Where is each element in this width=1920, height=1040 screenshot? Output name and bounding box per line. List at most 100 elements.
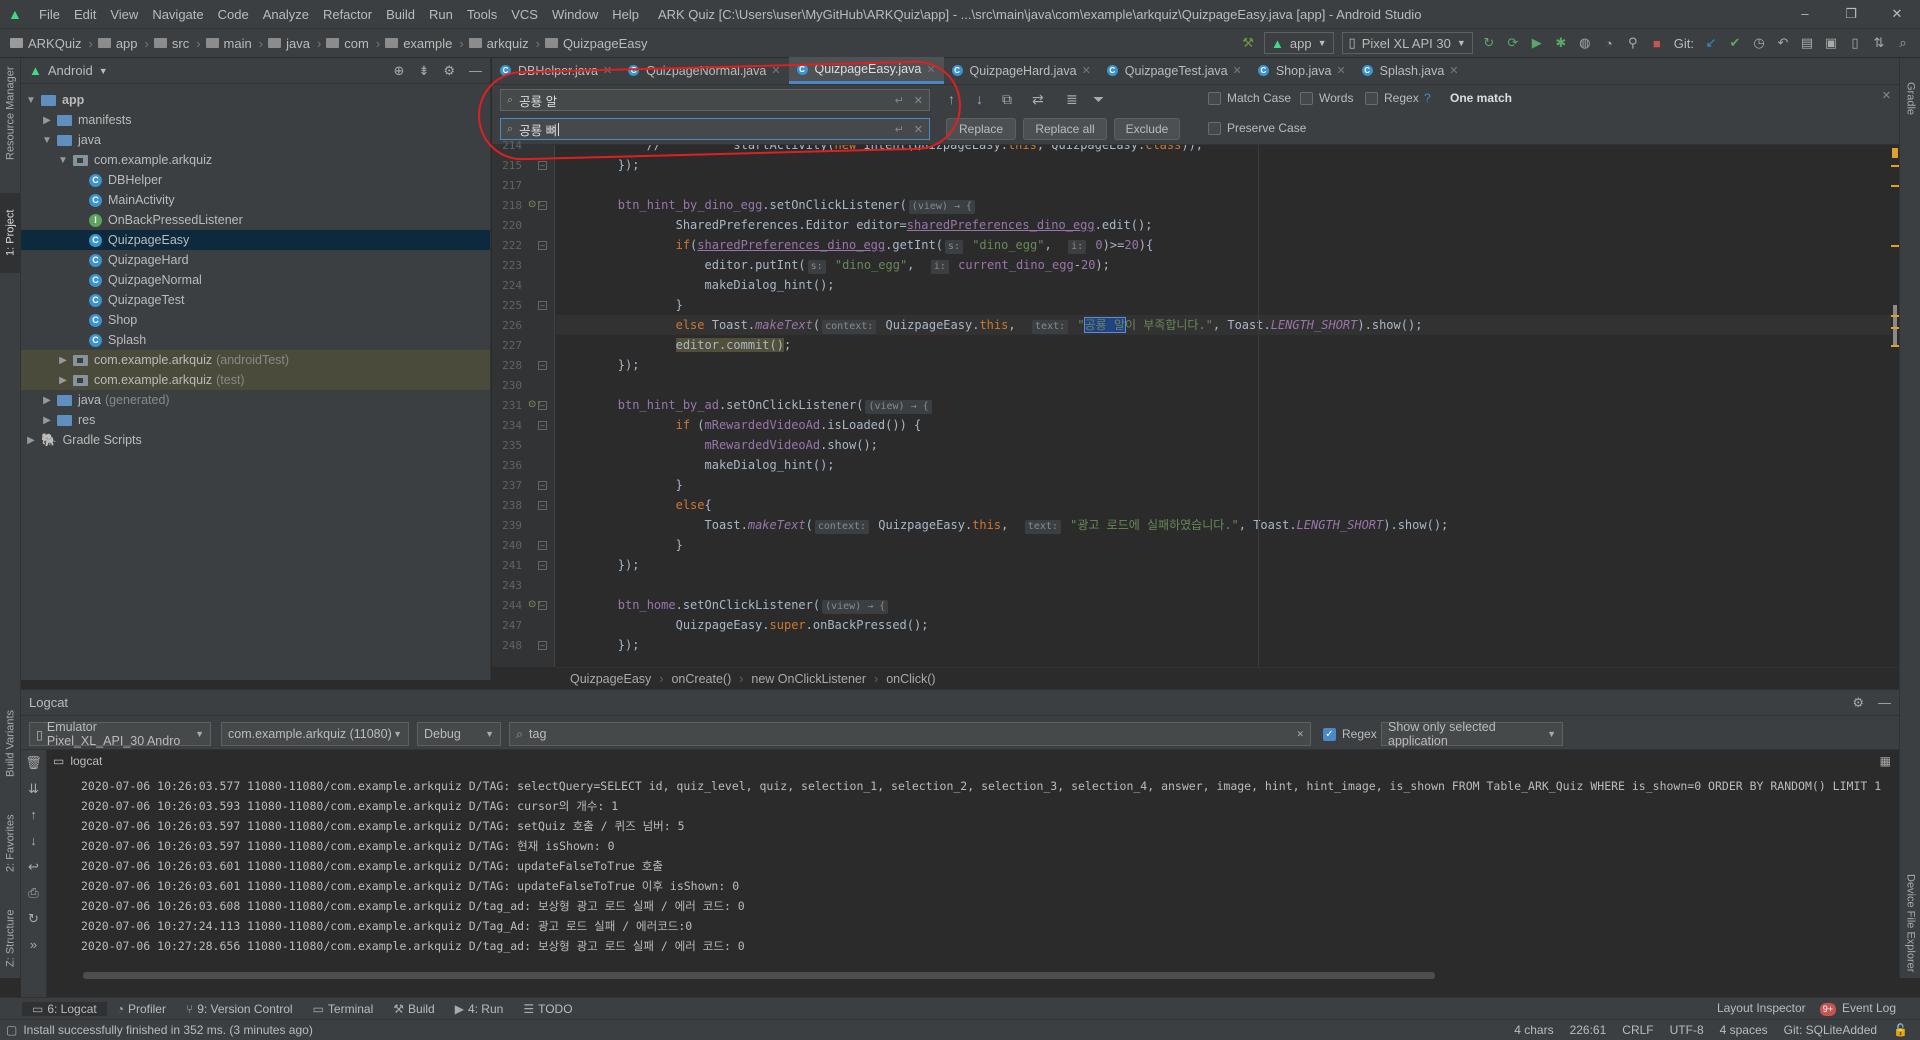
project-tree-item[interactable]: ▼ com.example.arkquiz — [21, 150, 490, 170]
code-breadcrumb-item[interactable]: new OnClickListener — [751, 672, 866, 686]
apply-code-changes-icon[interactable]: ⟳ — [1502, 32, 1524, 54]
replace-all-button[interactable]: Replace all — [1023, 118, 1107, 140]
run-config-select[interactable]: ▲ app ▼ — [1264, 32, 1334, 54]
trash-icon[interactable]: 🗑 — [21, 750, 46, 776]
restart-icon[interactable]: ↻ — [21, 906, 46, 932]
lock-icon[interactable]: 🔓 — [1893, 1023, 1908, 1037]
breadcrumb-item[interactable]: QuizpageEasy — [531, 36, 650, 51]
editor-tab[interactable]: C Splash.java ✕ — [1354, 57, 1467, 84]
gear-icon[interactable]: ⚙ — [1852, 695, 1864, 711]
editor-tab[interactable]: C QuizpageTest.java ✕ — [1099, 57, 1250, 84]
warning-marker[interactable] — [1891, 345, 1899, 347]
git-history-icon[interactable]: ◷ — [1748, 32, 1770, 54]
regex-help-icon[interactable]: ? — [1424, 91, 1431, 105]
down-arrow-icon[interactable]: ↓ — [21, 828, 46, 854]
menu-tools[interactable]: Tools — [460, 7, 504, 22]
fold-icon[interactable]: – — [538, 201, 547, 210]
status-toggle-icon[interactable]: ▢ — [6, 1023, 17, 1037]
regex-checkbox[interactable]: Regex — [1365, 91, 1419, 105]
attach-debugger-icon[interactable]: ⚲ — [1622, 32, 1644, 54]
filter-icon[interactable]: ⏷ — [1093, 91, 1104, 108]
breadcrumb-item[interactable]: example — [371, 36, 454, 51]
close-tab-icon[interactable]: ✕ — [1233, 64, 1242, 77]
collapse-all-icon[interactable]: ⇟ — [418, 63, 429, 79]
project-tree-item[interactable]: ▶ java (generated) — [21, 390, 490, 410]
logcat-search-input[interactable]: ⌕ tag ✕ — [509, 722, 1311, 746]
project-tree-item[interactable]: ▶ manifests — [21, 110, 490, 130]
fold-icon[interactable]: – — [538, 161, 547, 170]
gradle-sync-icon[interactable]: ⇅ — [1868, 32, 1890, 54]
hide-icon[interactable]: — — [469, 63, 482, 79]
menu-file[interactable]: File — [32, 7, 67, 22]
menu-window[interactable]: Window — [545, 7, 605, 22]
close-tab-icon[interactable]: ✕ — [1336, 64, 1345, 77]
breadcrumb-item[interactable]: ARKQuiz — [8, 36, 83, 51]
warning-marker[interactable] — [1892, 148, 1898, 158]
line-separator[interactable]: CRLF — [1622, 1023, 1653, 1037]
project-tree-item[interactable]: C QuizpageNormal — [21, 270, 490, 290]
menu-edit[interactable]: Edit — [67, 7, 103, 22]
project-tree-item[interactable]: C QuizpageTest — [21, 290, 490, 310]
project-tree-item[interactable]: ▶ com.example.arkquiz (test) — [21, 370, 490, 390]
menu-refactor[interactable]: Refactor — [316, 7, 379, 22]
fold-icon[interactable]: – — [538, 601, 547, 610]
gear-icon[interactable]: ⚙ — [443, 63, 455, 79]
project-tree-item[interactable]: ▼ java — [21, 130, 490, 150]
breadcrumb-item[interactable]: arkquiz — [454, 36, 530, 51]
editor-tab[interactable]: C Shop.java ✕ — [1250, 57, 1354, 84]
menu-navigate[interactable]: Navigate — [145, 7, 210, 22]
stop-icon[interactable]: ■ — [1646, 32, 1668, 54]
more-icon[interactable]: » — [21, 932, 46, 958]
code-breadcrumb-item[interactable]: onCreate() — [671, 672, 731, 686]
select-all-occurrences-icon[interactable]: ⧉ — [1002, 91, 1012, 108]
logcat-filter-select[interactable]: Show only selected application ▼ — [1381, 720, 1563, 748]
warning-marker[interactable] — [1891, 245, 1899, 247]
scroll-thumb[interactable] — [1893, 305, 1897, 345]
profile-icon[interactable]: ◔ — [1598, 32, 1620, 54]
git-update-icon[interactable]: ↙ — [1700, 32, 1722, 54]
words-checkbox[interactable]: Words — [1300, 91, 1353, 105]
structure-tab[interactable]: Z: Structure — [0, 898, 21, 978]
device-file-explorer-tab[interactable]: Device File Explorer — [1900, 858, 1920, 988]
bottom-tab[interactable]: ⚒ Build — [383, 1002, 444, 1016]
add-occurrence-icon[interactable]: ⇄ — [1032, 91, 1044, 108]
project-tab[interactable]: 1: Project — [0, 193, 21, 273]
coverage-icon[interactable]: ◍ — [1574, 32, 1596, 54]
menu-vcs[interactable]: VCS — [504, 7, 545, 22]
device-select[interactable]: ▯ Pixel XL API 30 ▼ — [1341, 32, 1473, 54]
breadcrumb-item[interactable]: java — [254, 36, 312, 51]
project-tree-item[interactable]: C DBHelper — [21, 170, 490, 190]
locate-target-icon[interactable]: ⊕ — [394, 63, 405, 79]
fold-icon[interactable]: – — [538, 561, 547, 570]
project-tree-item[interactable]: ▶ com.example.arkquiz (androidTest) — [21, 350, 490, 370]
project-view-select[interactable]: ▲ Android ▼ — [29, 63, 108, 78]
fold-icon[interactable]: – — [538, 361, 547, 370]
clear-icon[interactable]: ✕ — [1296, 729, 1304, 740]
warning-marker[interactable] — [1891, 315, 1899, 317]
resource-manager-tab[interactable]: Resource Manager — [0, 58, 21, 168]
bottom-tab[interactable]: ☰ TODO — [513, 1002, 582, 1016]
project-tree-item[interactable]: C MainActivity — [21, 190, 490, 210]
scroll-to-end-icon[interactable]: ⇊ — [21, 776, 46, 802]
breadcrumb-item[interactable]: com — [312, 36, 371, 51]
menu-analyze[interactable]: Analyze — [256, 7, 316, 22]
warning-marker[interactable] — [1891, 327, 1899, 329]
fold-icon[interactable]: – — [538, 641, 547, 650]
fold-icon[interactable]: – — [538, 421, 547, 430]
minimize-button[interactable]: – — [1782, 6, 1828, 22]
exclude-button[interactable]: Exclude — [1114, 118, 1180, 140]
menu-help[interactable]: Help — [605, 7, 646, 22]
event-log-tab[interactable]: Event Log — [1840, 1001, 1906, 1016]
fold-icon[interactable]: – — [538, 301, 547, 310]
favorites-tab[interactable]: 2: Favorites — [0, 803, 21, 883]
horizontal-scrollbar[interactable] — [83, 972, 1435, 979]
restore-button[interactable]: ❐ — [1828, 6, 1874, 22]
project-tree-item[interactable]: ▶ 🐘 Gradle Scripts — [21, 430, 490, 450]
bottom-tab[interactable]: ◔ Profiler — [107, 1002, 176, 1016]
file-encoding[interactable]: UTF-8 — [1670, 1023, 1704, 1037]
menu-view[interactable]: View — [103, 7, 145, 22]
fold-icon[interactable]: – — [538, 481, 547, 490]
avd-manager-icon[interactable]: ▯ — [1844, 32, 1866, 54]
warning-marker[interactable] — [1891, 165, 1899, 167]
breadcrumb-item[interactable]: app — [83, 36, 139, 51]
